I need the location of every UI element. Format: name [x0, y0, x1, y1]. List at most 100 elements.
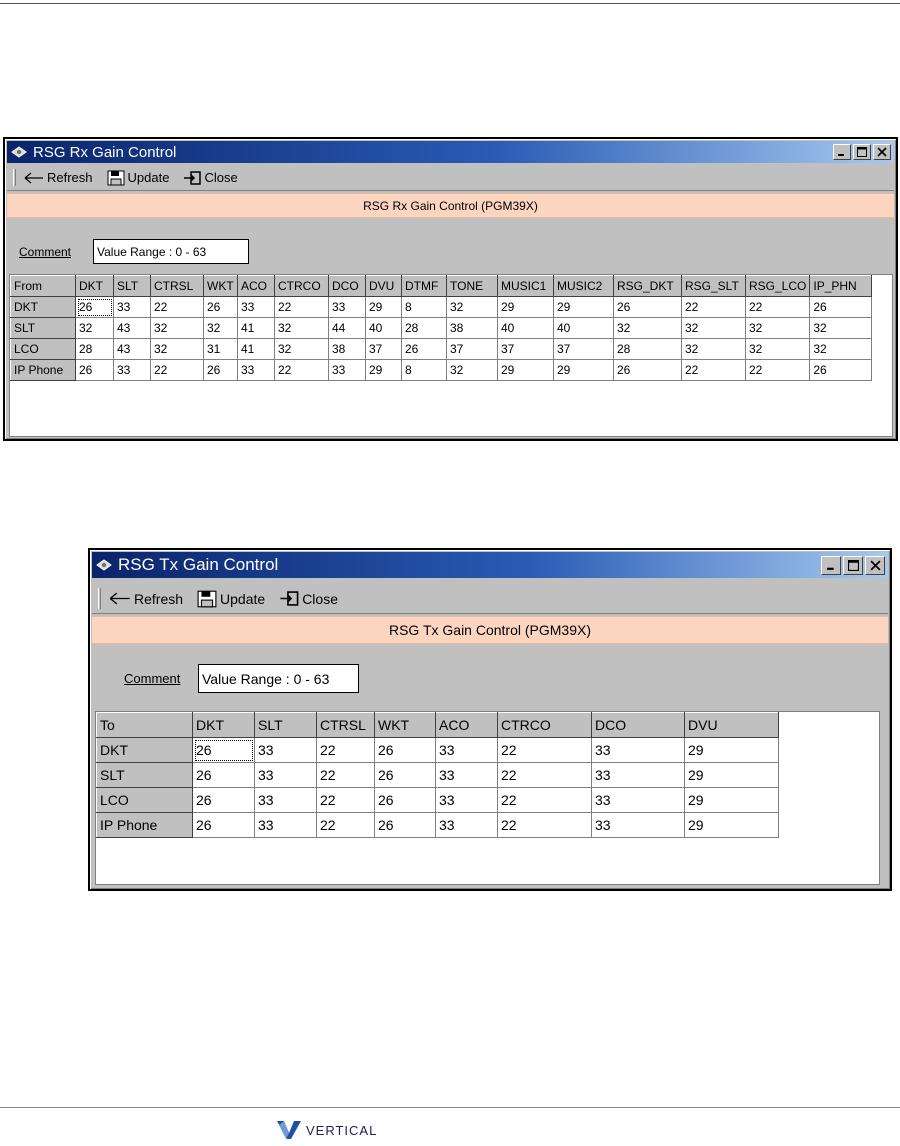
column-header[interactable]: MUSIC1 [497, 275, 554, 297]
refresh-button[interactable]: Refresh [24, 170, 93, 185]
gain-cell[interactable]: 40 [497, 317, 554, 339]
row-header[interactable]: DKT [96, 737, 193, 763]
gain-cell[interactable]: 26 [401, 338, 447, 360]
minimize-button[interactable] [821, 555, 841, 575]
gain-cell[interactable]: 32 [744, 317, 811, 339]
gain-cell[interactable]: 33 [435, 787, 498, 813]
row-header[interactable]: SLT [96, 762, 193, 788]
gain-cell[interactable]: 33 [591, 762, 685, 788]
gain-cell[interactable]: 32 [744, 338, 811, 360]
gain-cell[interactable]: 32 [446, 296, 498, 318]
gain-cell[interactable]: 32 [150, 317, 204, 339]
gain-cell[interactable]: 22 [274, 296, 329, 318]
gain-cell[interactable]: 32 [809, 317, 873, 339]
gain-cell[interactable]: 8 [401, 359, 447, 381]
column-header[interactable]: CTRCO [497, 712, 592, 738]
maximize-button[interactable] [853, 144, 871, 160]
close-window-button[interactable] [865, 555, 885, 575]
update-button[interactable]: Update [197, 590, 265, 608]
rx-title-bar[interactable]: RSG Rx Gain Control [7, 141, 894, 163]
gain-cell[interactable]: 22 [150, 359, 204, 381]
column-header[interactable]: IP_PHN [809, 275, 873, 297]
update-button[interactable]: Update [107, 170, 169, 186]
column-header[interactable]: RSG_DKT [613, 275, 682, 297]
gain-cell[interactable]: 22 [497, 812, 592, 838]
gain-cell[interactable]: 32 [681, 338, 746, 360]
comment-field[interactable]: Value Range : 0 - 63 [198, 664, 359, 693]
gain-cell[interactable]: 26 [374, 787, 436, 813]
gain-cell[interactable]: 29 [497, 296, 554, 318]
column-header[interactable]: ACO [237, 275, 275, 297]
gain-cell[interactable]: 22 [316, 737, 375, 763]
gain-cell[interactable]: 43 [113, 317, 151, 339]
gain-cell[interactable]: 33 [435, 762, 498, 788]
close-window-button[interactable] [873, 144, 891, 160]
row-header[interactable]: DKT [10, 296, 76, 318]
gain-cell[interactable]: 40 [553, 317, 614, 339]
column-header[interactable]: CTRSL [316, 712, 375, 738]
gain-cell[interactable]: 33 [591, 737, 685, 763]
gain-cell[interactable]: 26 [809, 296, 873, 318]
gain-cell[interactable]: 43 [113, 338, 151, 360]
gain-cell[interactable]: 41 [237, 317, 275, 339]
gain-cell[interactable]: 37 [553, 338, 614, 360]
refresh-button[interactable]: Refresh [109, 591, 183, 607]
column-header[interactable]: ACO [435, 712, 498, 738]
gain-cell[interactable]: 28 [401, 317, 447, 339]
comment-field[interactable]: Value Range : 0 - 63 [93, 239, 249, 264]
gain-cell[interactable]: 38 [328, 338, 366, 360]
gain-cell[interactable]: 32 [446, 359, 498, 381]
gain-cell[interactable]: 26 [613, 296, 682, 318]
maximize-button[interactable] [843, 555, 863, 575]
gain-cell[interactable]: 26 [192, 762, 255, 788]
tx-title-bar[interactable]: RSG Tx Gain Control [92, 552, 888, 578]
gain-cell[interactable]: 33 [328, 359, 366, 381]
gain-cell[interactable]: 33 [435, 737, 498, 763]
gain-cell[interactable]: 26 [192, 812, 255, 838]
gain-cell[interactable]: 33 [328, 296, 366, 318]
gain-cell[interactable]: 26 [192, 737, 255, 763]
column-header[interactable]: SLT [254, 712, 317, 738]
gain-cell[interactable]: 26 [203, 359, 238, 381]
gain-cell[interactable]: 44 [328, 317, 366, 339]
gain-cell[interactable]: 26 [613, 359, 682, 381]
column-header[interactable]: DCO [591, 712, 685, 738]
gain-cell[interactable]: 32 [203, 317, 238, 339]
gain-cell[interactable]: 22 [744, 359, 811, 381]
gain-cell[interactable]: 41 [237, 338, 275, 360]
row-header[interactable]: IP Phone [10, 359, 76, 381]
gain-cell[interactable]: 22 [681, 359, 746, 381]
gain-cell[interactable]: 22 [316, 762, 375, 788]
column-header[interactable]: To [96, 712, 193, 738]
gain-cell[interactable]: 33 [237, 359, 275, 381]
gain-cell[interactable]: 32 [613, 317, 682, 339]
gain-cell[interactable]: 33 [237, 296, 275, 318]
gain-cell[interactable]: 26 [374, 737, 436, 763]
gain-cell[interactable]: 29 [365, 296, 402, 318]
gain-cell[interactable]: 33 [254, 787, 317, 813]
gain-cell[interactable]: 33 [435, 812, 498, 838]
row-header[interactable]: LCO [10, 338, 76, 360]
gain-cell[interactable]: 22 [744, 296, 811, 318]
gain-cell[interactable]: 33 [113, 359, 151, 381]
gain-cell[interactable]: 26 [374, 812, 436, 838]
column-header[interactable]: MUSIC2 [553, 275, 614, 297]
gain-cell[interactable]: 29 [497, 359, 554, 381]
gain-cell[interactable]: 28 [75, 338, 114, 360]
gain-cell[interactable]: 40 [365, 317, 402, 339]
gain-cell[interactable]: 29 [365, 359, 402, 381]
close-button[interactable]: Close [279, 591, 338, 607]
gain-cell[interactable]: 22 [497, 787, 592, 813]
gain-cell[interactable]: 8 [401, 296, 447, 318]
gain-cell[interactable]: 26 [75, 296, 114, 318]
gain-cell[interactable]: 33 [591, 787, 685, 813]
gain-cell[interactable]: 33 [254, 762, 317, 788]
row-header[interactable]: IP Phone [96, 812, 193, 838]
gain-cell[interactable]: 29 [553, 359, 614, 381]
gain-cell[interactable]: 33 [254, 737, 317, 763]
gain-cell[interactable]: 37 [446, 338, 498, 360]
column-header[interactable]: WKT [374, 712, 436, 738]
gain-cell[interactable]: 22 [497, 737, 592, 763]
column-header[interactable]: WKT [203, 275, 238, 297]
gain-cell[interactable]: 37 [365, 338, 402, 360]
